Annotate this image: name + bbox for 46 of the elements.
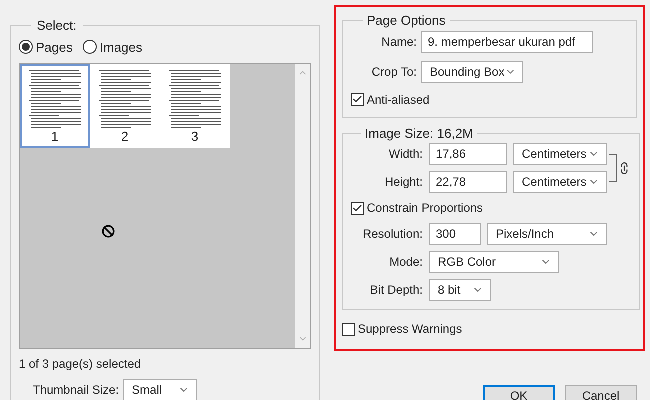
dropdown[interactable]: Centimeters — [513, 171, 607, 193]
group-title: Image Size: 16,2M — [364, 124, 474, 143]
input-field[interactable]: 9. memperbesar ukuran pdf — [421, 30, 593, 52]
document-page-drawing — [27, 68, 83, 130]
field-label: Bit Depth: — [369, 282, 423, 299]
dropdown[interactable]: Pixels/Inch — [487, 223, 607, 245]
page-number: 2 — [121, 130, 129, 144]
page-thumbnail[interactable]: 3 — [160, 64, 230, 148]
page-number: 1 — [51, 130, 59, 144]
dropdown[interactable]: 8 bit — [429, 279, 491, 301]
dropdown[interactable]: Bounding Box — [421, 60, 523, 82]
field-label: Thumbnail Size: — [33, 382, 120, 399]
radio-button[interactable] — [19, 40, 33, 54]
radio-button[interactable] — [82, 40, 97, 54]
group-title: Select: — [36, 17, 78, 35]
selection-status: 1 of 3 page(s) selected — [19, 356, 142, 373]
dropdown[interactable]: RGB Color — [429, 251, 559, 273]
field-label: Width: — [388, 146, 423, 163]
radio-label: Pages — [36, 38, 73, 57]
checkbox-label: Anti-aliased — [367, 92, 430, 108]
checkbox-label: Constrain Proportions — [367, 200, 484, 217]
group-title: Page Options — [366, 12, 447, 30]
no-entry-cursor-icon — [102, 225, 115, 238]
document-page-drawing — [167, 68, 223, 130]
ok-button[interactable]: OK — [483, 385, 555, 400]
checkbox[interactable] — [342, 322, 355, 336]
input-field[interactable]: 22,78 — [429, 171, 507, 193]
link-bracket — [609, 154, 617, 182]
field-label: Resolution: — [362, 226, 423, 243]
input-field[interactable]: 17,86 — [429, 143, 507, 165]
radio-label: Images — [100, 38, 143, 57]
checkbox[interactable] — [351, 93, 364, 106]
page-thumbnail[interactable]: 1 — [20, 64, 90, 148]
cancel-button[interactable]: Cancel — [565, 385, 637, 400]
dropdown[interactable]: Small — [123, 379, 198, 400]
document-page-drawing — [97, 68, 153, 130]
field-label: Height: — [384, 174, 423, 191]
checkbox-label: Suppress Warnings — [358, 321, 462, 338]
field-label: Mode: — [388, 254, 423, 271]
dropdown[interactable]: Centimeters — [513, 143, 607, 165]
field-label: Crop To: — [370, 64, 417, 80]
field-label: Name: — [380, 34, 417, 50]
page-thumbnail[interactable]: 2 — [90, 64, 160, 148]
checkbox[interactable] — [351, 202, 364, 214]
page-number: 3 — [191, 130, 199, 144]
input-field[interactable]: 300 — [429, 223, 481, 245]
